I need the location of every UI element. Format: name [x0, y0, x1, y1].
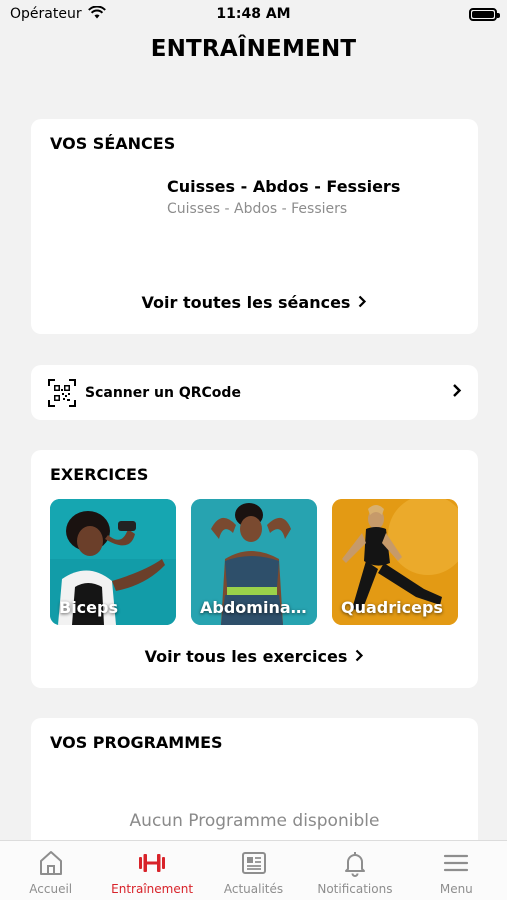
seance-item-subtitle: Cuisses - Abdos - Fessiers	[167, 201, 348, 217]
chevron-right-icon	[355, 647, 364, 666]
see-all-seances-label: Voir toutes les séances	[141, 293, 351, 312]
exercices-title: EXERCICES	[50, 465, 149, 484]
see-all-seances-button[interactable]: Voir toutes les séances	[31, 293, 478, 312]
exercise-tile-label: Abdomina…	[200, 598, 307, 617]
exercise-tile-label: Biceps	[59, 598, 118, 617]
dumbbell-icon	[139, 854, 166, 872]
status-left: Opérateur	[10, 5, 106, 23]
exercise-tiles: Biceps Abdomina… Quadriceps	[50, 499, 459, 625]
seance-item-name[interactable]: Cuisses - Abdos - Fessiers	[167, 177, 400, 196]
page-title: ENTRAÎNEMENT	[150, 36, 357, 62]
seances-card: VOS SÉANCES Cuisses - Abdos - Fessiers C…	[31, 119, 478, 334]
status-bar: Opérateur 11:48 AM	[0, 0, 507, 28]
tab-label: Menu	[439, 882, 473, 896]
home-icon	[39, 851, 62, 875]
see-all-exercices-button[interactable]: Voir tous les exercices	[31, 647, 478, 666]
scan-qrcode-label: Scanner un QRCode	[85, 384, 241, 401]
chevron-right-icon	[452, 383, 462, 402]
news-icon	[241, 852, 266, 874]
scan-qrcode-row[interactable]: Scanner un QRCode	[31, 365, 478, 420]
exercise-tile-biceps[interactable]: Biceps	[50, 499, 176, 625]
tab-menu[interactable]: Menu	[406, 841, 507, 900]
tab-entrainement[interactable]: Entraînement	[101, 841, 202, 900]
bell-icon	[344, 852, 365, 877]
exercise-tile-quadriceps[interactable]: Quadriceps	[332, 499, 458, 625]
tab-bar: Accueil Entraînement Actualités Notifica…	[0, 840, 507, 900]
chevron-right-icon	[358, 293, 367, 312]
seances-title: VOS SÉANCES	[50, 134, 176, 153]
carrier-label: Opérateur	[10, 6, 82, 22]
battery-icon	[469, 7, 500, 21]
tab-label: Notifications	[317, 882, 393, 896]
qrcode-icon	[47, 378, 77, 408]
tab-label: Entraînement	[111, 882, 194, 896]
exercise-tile-label: Quadriceps	[341, 598, 443, 617]
wifi-icon	[87, 5, 106, 23]
programmes-title: VOS PROGRAMMES	[50, 733, 223, 752]
programmes-card: VOS PROGRAMMES Aucun Programme disponibl…	[31, 718, 478, 858]
exercices-card: EXERCICES Biceps Abdomina… Quadriceps Vo…	[31, 450, 478, 688]
tab-label: Accueil	[29, 882, 73, 896]
programmes-empty-text: Aucun Programme disponible	[129, 811, 380, 831]
hamburger-menu-icon	[444, 854, 469, 872]
see-all-exercices-label: Voir tous les exercices	[144, 647, 348, 666]
tab-notifications[interactable]: Notifications	[304, 841, 405, 900]
tab-accueil[interactable]: Accueil	[0, 841, 101, 900]
exercise-tile-abdominaux[interactable]: Abdomina…	[191, 499, 317, 625]
tab-label: Actualités	[223, 882, 284, 896]
tab-actualites[interactable]: Actualités	[203, 841, 304, 900]
